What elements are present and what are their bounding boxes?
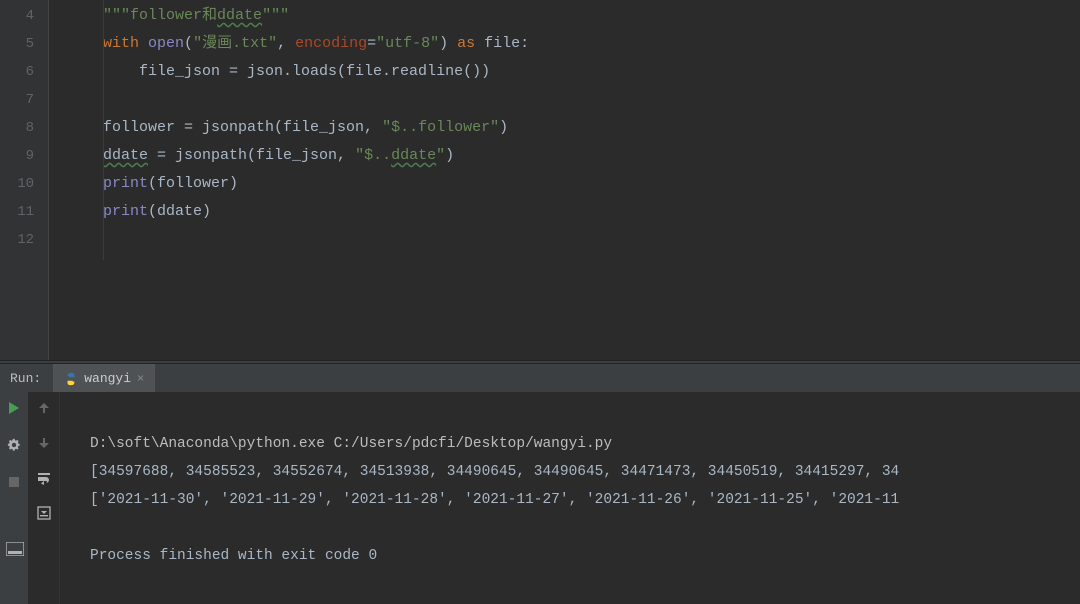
line-number: 12 — [0, 226, 48, 254]
statement-token: file_json = json.loads(file.readline()) — [139, 63, 490, 80]
code-line[interactable]: print(ddate) — [69, 198, 529, 226]
line-number-gutter: 4 5 6 7 8 9 10 11 12 — [0, 0, 48, 360]
close-icon[interactable]: × — [137, 372, 144, 386]
call-token: jsonpath — [175, 147, 247, 164]
console-output-line: ['2021-11-30', '2021-11-29', '2021-11-28… — [90, 492, 899, 508]
punct-token: ) — [499, 119, 508, 136]
keyword-token: as — [448, 35, 484, 52]
punct-token: ) — [445, 147, 454, 164]
string-token: "漫画.txt" — [193, 35, 277, 52]
code-line[interactable]: print(follower) — [69, 170, 529, 198]
builtin-token: open — [148, 35, 184, 52]
code-line[interactable]: with open("漫画.txt", encoding="utf-8") as… — [69, 30, 529, 58]
line-number: 11 — [0, 198, 48, 226]
string-token: """ — [262, 7, 289, 24]
line-number: 6 — [0, 58, 48, 86]
typo-token: ddate — [391, 147, 436, 164]
code-line[interactable] — [69, 226, 529, 254]
typo-token: ddate — [217, 7, 262, 24]
line-number: 4 — [0, 2, 48, 30]
var-token: follower = — [103, 119, 202, 136]
run-tab-bar: Run: wangyi × — [0, 364, 1080, 392]
punct-token: = — [367, 35, 376, 52]
code-line[interactable]: """follower和ddate""" — [69, 2, 529, 30]
code-line[interactable]: follower = jsonpath(file_json, "$..follo… — [69, 114, 529, 142]
run-tab[interactable]: wangyi × — [53, 364, 155, 392]
line-number: 10 — [0, 170, 48, 198]
code-line[interactable] — [69, 86, 529, 114]
run-tab-label: wangyi — [84, 371, 131, 386]
up-arrow-icon[interactable] — [36, 400, 52, 421]
string-token: "$..follower" — [382, 119, 499, 136]
indent-guide — [103, 0, 104, 260]
run-toolbar-column-1 — [0, 392, 28, 604]
scroll-to-end-icon[interactable] — [36, 505, 52, 526]
layout-icon[interactable] — [6, 542, 24, 556]
python-icon — [64, 372, 78, 386]
console-output[interactable]: D:\soft\Anaconda\python.exe C:/Users/pdc… — [60, 392, 1080, 604]
string-token: "utf-8" — [376, 35, 439, 52]
code-line[interactable]: ddate = jsonpath(file_json, "$..ddate") — [69, 142, 529, 170]
string-token: " — [436, 147, 445, 164]
punct-token: , — [277, 35, 295, 52]
console-path-line: D:\soft\Anaconda\python.exe C:/Users/pdc… — [90, 436, 612, 452]
run-body: D:\soft\Anaconda\python.exe C:/Users/pdc… — [0, 392, 1080, 604]
string-token: 和 — [202, 7, 217, 24]
run-icon[interactable] — [6, 400, 22, 421]
run-panel: Run: wangyi × D:\soft\Anaconda\python.ex… — [0, 364, 1080, 564]
editor-pane: 4 5 6 7 8 9 10 11 12 """follower和ddate""… — [0, 0, 1080, 360]
run-toolbar-column-2 — [28, 392, 60, 604]
builtin-token: print — [103, 203, 148, 220]
console-exit-line: Process finished with exit code 0 — [90, 548, 377, 564]
punct-token: (follower) — [148, 175, 238, 192]
string-token: """follower — [103, 7, 202, 24]
down-arrow-icon[interactable] — [36, 435, 52, 456]
line-number: 9 — [0, 142, 48, 170]
wrap-icon[interactable] — [36, 470, 52, 491]
code-area[interactable]: """follower和ddate""" with open("漫画.txt",… — [48, 0, 529, 360]
console-output-line: [34597688, 34585523, 34552674, 34513938,… — [90, 464, 899, 480]
builtin-token: print — [103, 175, 148, 192]
keyword-token: with — [103, 35, 139, 52]
punct-token: (ddate) — [148, 203, 211, 220]
param-token: encoding — [295, 35, 367, 52]
typo-token: ddate — [103, 147, 148, 164]
punct-token: = — [148, 147, 175, 164]
punct-token: (file_json, — [274, 119, 382, 136]
var-token: file: — [484, 35, 529, 52]
string-token: "$.. — [355, 147, 391, 164]
line-number: 5 — [0, 30, 48, 58]
punct-token: (file_json, — [247, 147, 355, 164]
code-line[interactable]: file_json = json.loads(file.readline()) — [69, 58, 529, 86]
line-number: 7 — [0, 86, 48, 114]
run-panel-label: Run: — [10, 371, 41, 386]
stop-icon[interactable] — [6, 474, 22, 495]
call-token: jsonpath — [202, 119, 274, 136]
line-number: 8 — [0, 114, 48, 142]
settings-icon[interactable] — [6, 437, 22, 458]
